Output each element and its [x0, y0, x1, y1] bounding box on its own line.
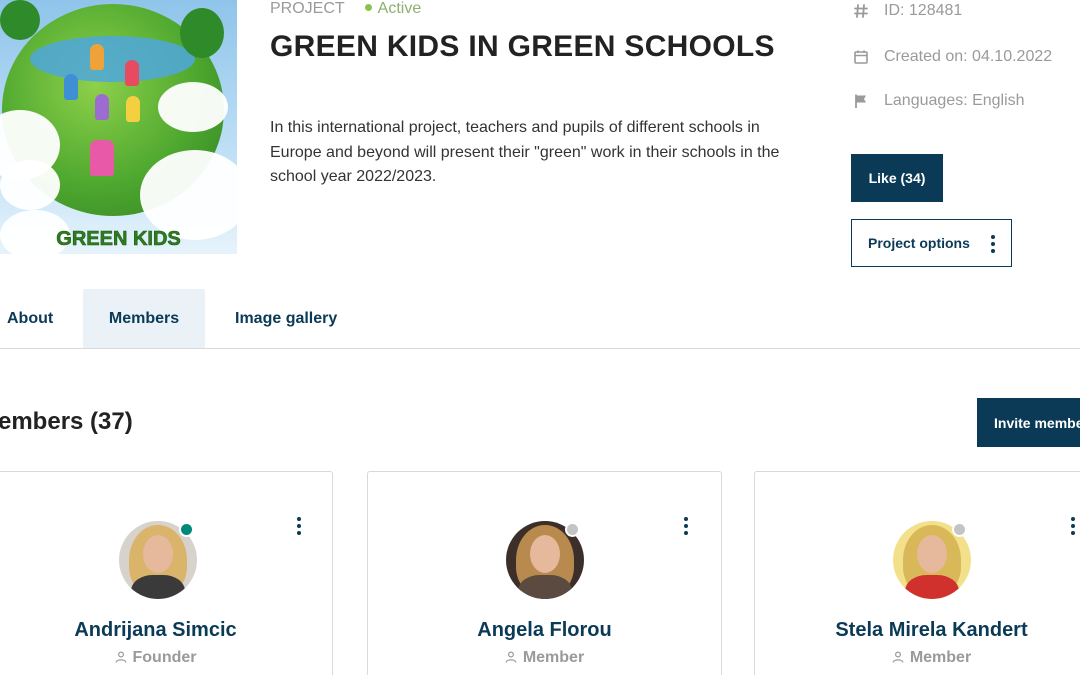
calendar-icon: [852, 48, 870, 66]
tab-about[interactable]: About: [0, 289, 83, 348]
member-name[interactable]: Stela Mirela Kandert: [755, 619, 1080, 642]
project-options-button[interactable]: Project options: [851, 219, 1012, 267]
offline-status-icon: [565, 522, 580, 537]
online-status-icon: [179, 522, 194, 537]
project-id-text: ID: 128481: [884, 2, 963, 19]
project-description: In this international project, teachers …: [270, 119, 780, 185]
status-badge: Active: [377, 0, 422, 17]
person-icon: [115, 650, 127, 668]
member-name[interactable]: Angela Florou: [368, 619, 721, 642]
project-created: Created on: 04.10.2022: [852, 48, 1052, 66]
project-languages-text: Languages: English: [884, 92, 1025, 109]
hash-icon: [852, 2, 870, 20]
member-name[interactable]: Andrijana Simcic: [0, 619, 332, 642]
project-image: GREEN KIDS: [0, 0, 237, 254]
tab-divider: [0, 348, 1080, 349]
member-role-label: Member: [522, 649, 585, 666]
flag-icon: [852, 92, 870, 110]
member-card[interactable]: Stela Mirela Kandert Member: [754, 471, 1080, 675]
project-image-caption: GREEN KIDS: [56, 228, 181, 251]
members-heading: Members (37): [0, 408, 133, 435]
invite-members-button[interactable]: Invite members: [977, 398, 1080, 447]
tab-members[interactable]: Members: [83, 289, 205, 348]
project-type-label: PROJECT: [270, 0, 345, 17]
project-created-text: Created on: 04.10.2022: [884, 48, 1053, 65]
member-menu-icon[interactable]: [1071, 517, 1075, 535]
member-role: Member: [368, 649, 721, 668]
member-role-label: Founder: [132, 649, 197, 666]
tab-bar: About Members Image gallery: [0, 289, 337, 348]
project-languages: Languages: English: [852, 92, 1025, 110]
project-meta: PROJECT Active: [270, 0, 421, 18]
member-card[interactable]: Angela Florou Member: [367, 471, 722, 675]
member-menu-icon[interactable]: [297, 517, 301, 535]
status-dot-icon: [364, 4, 372, 12]
page-title: GREEN KIDS IN GREEN SCHOOLS: [270, 30, 775, 63]
tab-image-gallery[interactable]: Image gallery: [205, 289, 337, 348]
more-vertical-icon: [991, 235, 995, 253]
member-role-label: Member: [909, 649, 972, 666]
like-button[interactable]: Like (34): [851, 154, 943, 202]
project-options-label: Project options: [868, 235, 970, 251]
member-card[interactable]: Andrijana Simcic Founder: [0, 471, 333, 675]
offline-status-icon: [952, 522, 967, 537]
member-menu-icon[interactable]: [684, 517, 688, 535]
member-role: Founder: [0, 649, 332, 668]
project-id: ID: 128481: [852, 2, 962, 20]
member-role: Member: [755, 649, 1080, 668]
person-icon: [892, 650, 904, 668]
person-icon: [505, 650, 517, 668]
